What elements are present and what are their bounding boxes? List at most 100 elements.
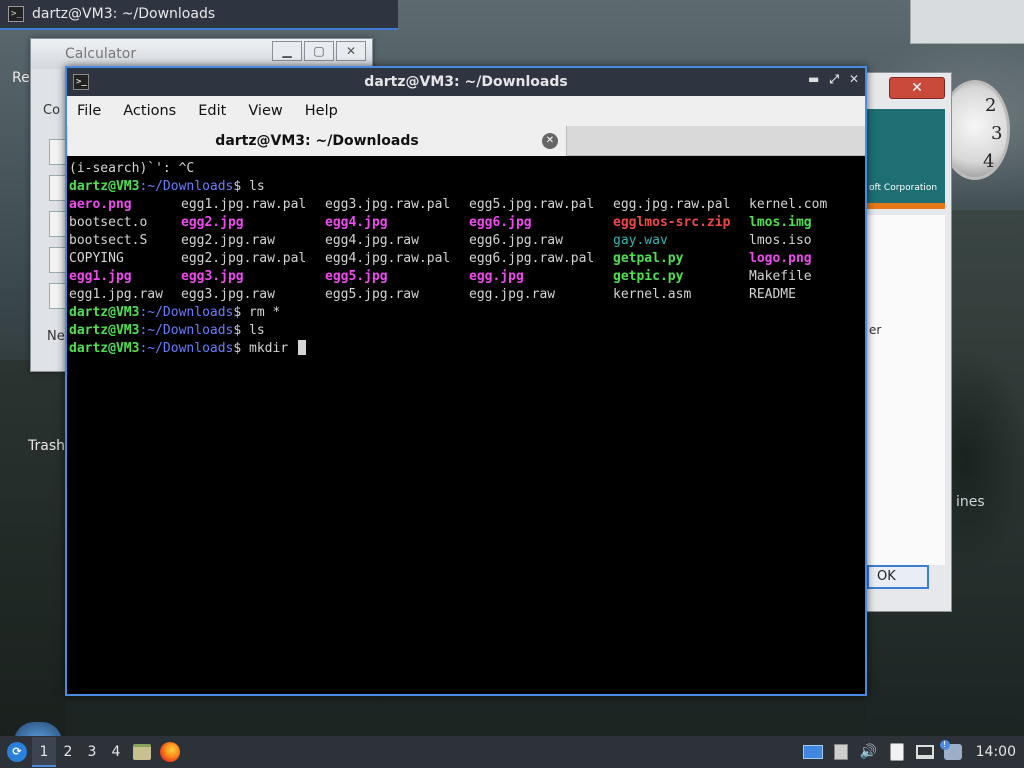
terminal-output[interactable]: (i-search)`': ^C dartz@VM3:~/Downloads$ … <box>67 156 865 358</box>
menu-view[interactable]: View <box>248 103 282 119</box>
file-entry: egg4.jpg <box>325 215 388 230</box>
dialog-content <box>867 215 945 565</box>
file-entry: logo.png <box>749 251 812 266</box>
file-entry: getpal.py <box>613 251 684 266</box>
minimize-icon[interactable]: ▬ <box>808 72 819 87</box>
file-entry: egg5.jpg.raw.pal <box>469 197 595 212</box>
show-desktop-icon <box>802 745 823 759</box>
desktop-fragment-re: Re <box>12 70 30 86</box>
file-entry: egg3.jpg.raw.pal <box>325 197 451 212</box>
notification-applet[interactable] <box>939 740 964 763</box>
close-icon[interactable]: ✕ <box>889 77 945 99</box>
terminal-window-title: dartz@VM3: ~/Downloads <box>364 74 568 90</box>
close-icon[interactable]: ✕ <box>336 41 366 61</box>
prompt-path: :~/Downloads <box>139 305 234 320</box>
file-entry: lmos.img <box>749 215 812 230</box>
prompt-symbol: $ <box>233 305 250 320</box>
file-entry: egg5.jpg.raw <box>325 287 419 302</box>
calculator-fragment-ne: Ne <box>47 329 65 344</box>
prompt-line: dartz@VM3:~/Downloads$ ls <box>69 322 865 340</box>
file-entry: egg2.jpg.raw <box>181 233 275 248</box>
active-window-titlebar[interactable]: >_ dartz@VM3: ~/Downloads <box>0 0 398 30</box>
terminal-titlebar[interactable]: >_ dartz@VM3: ~/Downloads ▬ ⤢ ✕ <box>67 68 865 96</box>
prompt-user: dartz@VM3 <box>69 323 140 338</box>
file-listing-row: COPYING egg2.jpg.raw.pal egg4.jpg.raw.pal e… <box>69 250 865 268</box>
file-entry: egg2.jpg <box>181 215 244 230</box>
prompt-symbol: $ <box>233 341 250 356</box>
taskbar: ⟳ 1 2 3 4 🔊 14:00 <box>0 736 1024 768</box>
command-text: ls <box>249 179 265 194</box>
volume-control[interactable]: 🔊 <box>858 741 880 763</box>
dialog-text-fragment: er <box>869 323 882 337</box>
workspace-3[interactable]: 3 <box>80 737 104 767</box>
dialog-banner-text: oft Corporation <box>869 183 938 193</box>
terminal-tab-title: dartz@VM3: ~/Downloads <box>215 133 419 149</box>
close-icon[interactable]: ✕ <box>849 72 859 87</box>
prompt-path: :~/Downloads <box>139 323 234 338</box>
ok-button[interactable]: OK <box>867 565 929 589</box>
file-manager-launcher[interactable] <box>128 737 156 767</box>
dialog-banner <box>867 109 945 209</box>
text-cursor <box>298 340 306 355</box>
clipboard-applet[interactable] <box>886 741 908 763</box>
notification-icon <box>939 740 962 760</box>
show-desktop-button[interactable] <box>802 741 824 763</box>
menu-edit[interactable]: Edit <box>198 103 226 119</box>
menu-actions[interactable]: Actions <box>123 103 176 119</box>
firefox-launcher[interactable] <box>156 737 184 767</box>
maximize-icon[interactable]: ⤢ <box>829 72 839 87</box>
prompt-user: dartz@VM3 <box>69 305 140 320</box>
background-text-fragment: ines <box>956 494 985 510</box>
about-dialog-window[interactable]: ✕ oft Corporation er OK <box>860 72 952 612</box>
clock-number: 4 <box>983 151 995 172</box>
close-tab-icon[interactable]: ✕ <box>542 133 558 149</box>
file-listing-row: egg1.jpg egg3.jpg egg5.jpg egg.jpg getpic.py… <box>69 268 865 286</box>
file-listing-row: bootsect.S egg2.jpg.raw egg4.jpg.raw egg6.j… <box>69 232 865 250</box>
file-entry: egg6.jpg <box>469 215 532 230</box>
firefox-icon <box>160 742 180 762</box>
file-listing-row: egg1.jpg.raw egg3.jpg.raw egg5.jpg.raw egg.… <box>69 286 865 304</box>
file-manager-icon <box>133 744 151 760</box>
file-entry: kernel.com <box>749 197 828 212</box>
minimize-icon[interactable]: ▁ <box>272 41 302 61</box>
calculator-menu-fragment: Co <box>43 103 61 118</box>
prompt-path: :~/Downloads <box>139 341 234 356</box>
start-menu-button[interactable]: ⟳ <box>2 737 32 767</box>
active-window-title: dartz@VM3: ~/Downloads <box>32 6 216 22</box>
workspace-4[interactable]: 4 <box>104 737 128 767</box>
file-entry: egg6.jpg.raw.pal <box>469 251 595 266</box>
menu-file[interactable]: File <box>77 103 101 119</box>
command-text: ls <box>249 323 265 338</box>
terminal-window[interactable]: >_ dartz@VM3: ~/Downloads ▬ ⤢ ✕ File Act… <box>65 66 867 696</box>
file-entry: egg4.jpg.raw <box>325 233 419 248</box>
file-entry: egg1.jpg <box>69 269 132 284</box>
file-entry: kernel.asm <box>613 287 692 302</box>
terminal-tabbar: dartz@VM3: ~/Downloads ✕ <box>67 126 865 156</box>
taskbar-clock[interactable]: 14:00 <box>976 744 1016 760</box>
network-applet[interactable] <box>914 741 936 763</box>
file-entry: egg.jpg.raw <box>469 287 556 302</box>
prompt-symbol: $ <box>233 323 250 338</box>
trash-label[interactable]: Trash <box>28 438 65 454</box>
start-menu-icon: ⟳ <box>7 742 27 762</box>
file-entry: COPYING <box>69 251 124 266</box>
terminal-tab[interactable]: dartz@VM3: ~/Downloads ✕ <box>68 126 567 156</box>
calculator-window-controls: ▁ ▢ ✕ <box>272 41 366 61</box>
clipboard-icon <box>889 743 904 761</box>
tray-applet[interactable] <box>830 741 852 763</box>
isearch-line: (i-search)`': ^C <box>69 161 195 176</box>
file-entry: Makefile <box>749 269 812 284</box>
calculator-title: Calculator <box>65 46 137 62</box>
file-entry: bootsect.S <box>69 233 148 248</box>
volume-icon: 🔊 <box>859 744 878 760</box>
file-entry: README <box>749 287 796 302</box>
file-entry: egg.jpg <box>469 269 524 284</box>
workspace-2[interactable]: 2 <box>56 737 80 767</box>
prompt-line: dartz@VM3:~/Downloads$ rm * <box>69 304 865 322</box>
system-tray: 🔊 14:00 <box>802 740 1024 763</box>
terminal-window-controls: ▬ ⤢ ✕ <box>808 72 859 87</box>
workspace-1[interactable]: 1 <box>32 737 56 767</box>
clock-number: 2 <box>985 95 997 116</box>
menu-help[interactable]: Help <box>305 103 338 119</box>
maximize-icon[interactable]: ▢ <box>304 41 334 61</box>
